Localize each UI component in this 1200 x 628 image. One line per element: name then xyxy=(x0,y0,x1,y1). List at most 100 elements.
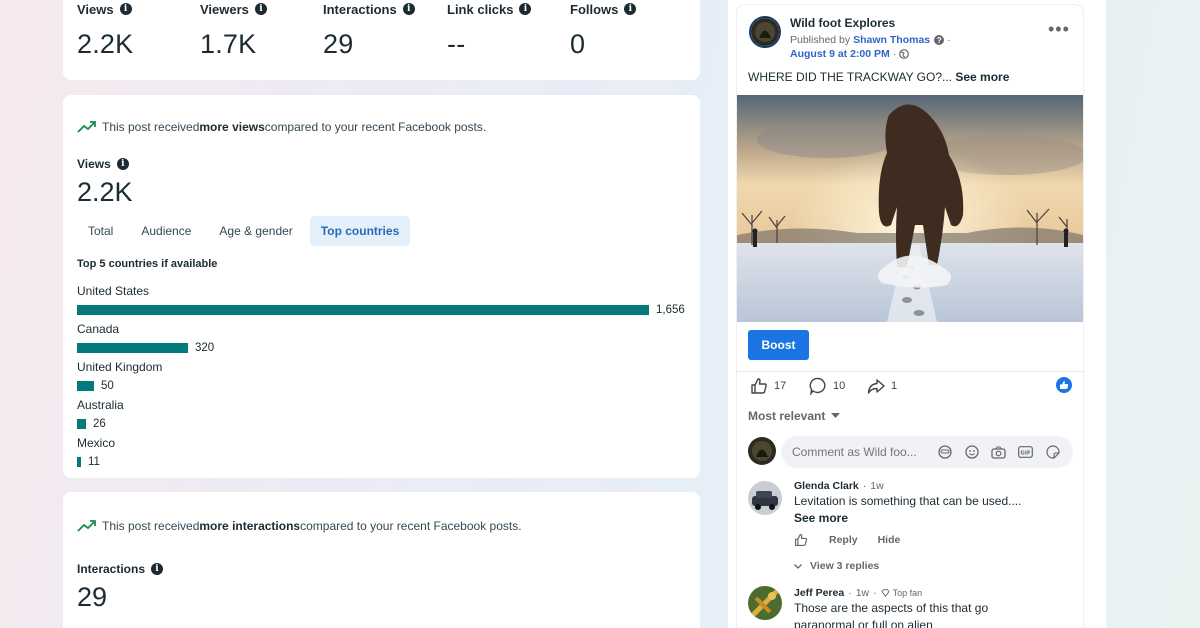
country-row: Canada 320 xyxy=(77,322,214,355)
share-count[interactable]: 1 xyxy=(867,377,897,395)
likes-value: 17 xyxy=(774,380,787,392)
comment-sort-dropdown[interactable]: Most relevant xyxy=(748,409,841,423)
info-icon[interactable]: i xyxy=(254,3,267,15)
country-value: 1,656 xyxy=(656,304,685,316)
interactions-notice: This post received more interactions com… xyxy=(77,519,522,533)
comment-text: Those are the aspects of this that go pa… xyxy=(794,601,989,628)
publisher-link[interactable]: Shawn Thomas xyxy=(853,34,930,46)
thumbs-up-icon[interactable] xyxy=(794,533,808,547)
boost-button[interactable]: Boost xyxy=(748,330,809,360)
share-arrow-icon xyxy=(867,379,885,394)
notice-text-pre: This post received xyxy=(102,120,200,134)
metric-interactions: Interactions i 29 xyxy=(323,0,415,60)
tab-audience[interactable]: Audience xyxy=(130,216,202,246)
comment-age[interactable]: 1w xyxy=(870,480,883,492)
metric-label: Interactions xyxy=(323,1,397,17)
post-card: Wild foot Explores Published by Shawn Th… xyxy=(737,5,1083,628)
metric-link-clicks: Link clicks i -- xyxy=(447,0,532,60)
post-image[interactable] xyxy=(737,95,1083,322)
country-name: United States xyxy=(77,284,150,298)
page-avatar[interactable] xyxy=(749,16,781,48)
help-icon[interactable]: ? xyxy=(934,35,945,45)
info-icon[interactable]: i xyxy=(519,3,532,15)
diamond-icon xyxy=(881,589,890,597)
hide-link[interactable]: Hide xyxy=(878,534,901,546)
interactions-label: Interactions i xyxy=(77,562,164,576)
info-icon[interactable]: i xyxy=(116,158,129,170)
country-value: 320 xyxy=(195,342,215,354)
post-date[interactable]: August 9 at 2:00 PM xyxy=(790,48,890,60)
reply-link[interactable]: Reply xyxy=(829,534,858,546)
avatar-sticker-icon[interactable] xyxy=(937,444,953,460)
country-name: United Kingdom xyxy=(77,360,163,374)
comment-author[interactable]: Glenda Clark · 1w xyxy=(794,480,884,492)
metric-views: Views i 2.2K xyxy=(77,0,133,60)
sticker-icon[interactable] xyxy=(1045,444,1061,460)
comment-body: Levitation is something that can be used… xyxy=(794,494,1022,508)
view-replies-label[interactable]: View 3 replies xyxy=(810,560,879,572)
metric-label: Viewers xyxy=(200,1,249,17)
breakdown-tabs: Total Audience Age & gender Top countrie… xyxy=(77,216,416,246)
info-icon[interactable]: i xyxy=(402,3,415,15)
metric-label: Follows xyxy=(570,1,619,17)
page-name[interactable]: Wild foot Explores xyxy=(790,16,895,30)
views-label: Views i xyxy=(77,157,129,171)
commenter-avatar[interactable] xyxy=(748,586,782,620)
composer-tools: GIF xyxy=(931,444,1066,460)
divider xyxy=(737,371,1083,372)
comment-input[interactable] xyxy=(792,445,927,459)
interactions-label-text: Interactions xyxy=(77,562,146,576)
comment-see-more-link[interactable]: See more xyxy=(794,510,1064,527)
metric-value: 0 xyxy=(570,29,586,59)
country-row: United States 1,656 xyxy=(77,284,685,317)
tab-age-gender[interactable]: Age & gender xyxy=(208,216,303,246)
country-row: Mexico 11 xyxy=(77,436,115,469)
metric-label: Link clicks xyxy=(447,1,514,17)
gif-icon[interactable]: GIF xyxy=(1018,444,1034,460)
top-fan-badge: Top fan xyxy=(881,588,922,598)
commenter-avatar[interactable] xyxy=(748,481,782,515)
comment-author-name[interactable]: Jeff Perea xyxy=(794,587,844,599)
comment-actions: Reply Hide xyxy=(794,533,900,547)
country-bar xyxy=(77,343,188,353)
country-bar xyxy=(77,381,94,391)
info-icon[interactable]: i xyxy=(624,3,637,15)
more-options-icon[interactable]: ••• xyxy=(1048,19,1070,40)
tab-total[interactable]: Total xyxy=(77,216,124,246)
comment-count[interactable]: 10 xyxy=(809,377,845,395)
caret-down-icon xyxy=(831,413,841,418)
composer-avatar[interactable] xyxy=(748,437,776,465)
metric-viewers: Viewers i 1.7K xyxy=(200,0,267,60)
metric-label: Views xyxy=(77,1,114,17)
post-text: WHERE DID THE TRACKWAY GO?... See more xyxy=(748,70,1009,84)
post-date-row: August 9 at 2:00 PM · xyxy=(790,48,910,60)
notice-text-pre: This post received xyxy=(102,519,200,533)
trend-up-icon xyxy=(77,520,96,532)
info-icon[interactable]: i xyxy=(151,563,164,575)
emoji-icon[interactable] xyxy=(964,444,980,460)
comment-author[interactable]: Jeff Perea · 1w · Top fan xyxy=(794,587,922,599)
country-name: Mexico xyxy=(77,436,116,450)
comment-composer[interactable]: GIF xyxy=(781,436,1073,468)
view-replies[interactable]: View 3 replies xyxy=(794,560,879,572)
trend-up-icon xyxy=(77,121,96,133)
published-by-prefix: Published by xyxy=(790,34,851,46)
like-reaction-icon[interactable] xyxy=(1056,377,1072,393)
like-count[interactable]: 17 xyxy=(750,377,786,395)
info-icon[interactable]: i xyxy=(119,3,132,15)
svg-text:GIF: GIF xyxy=(1020,451,1031,457)
metric-value: 2.2K xyxy=(77,29,134,59)
post-text-body: WHERE DID THE TRACKWAY GO?... xyxy=(748,70,953,84)
globe-icon xyxy=(899,49,910,59)
tab-top-countries[interactable]: Top countries xyxy=(309,216,411,246)
camera-icon[interactable] xyxy=(991,444,1007,460)
comment-author-name[interactable]: Glenda Clark xyxy=(794,480,859,492)
notice-text-bold: more views xyxy=(199,120,265,134)
thumbs-up-icon xyxy=(751,378,767,394)
see-more-link[interactable]: See more xyxy=(955,70,1009,84)
views-label-text: Views xyxy=(77,157,111,171)
metrics-card: Views i 2.2K Viewers i 1.7K Interactions i … xyxy=(63,0,700,80)
comment-age[interactable]: 1w xyxy=(856,587,869,599)
metric-value: -- xyxy=(447,29,466,59)
notice-text-bold: more interactions xyxy=(199,519,301,533)
